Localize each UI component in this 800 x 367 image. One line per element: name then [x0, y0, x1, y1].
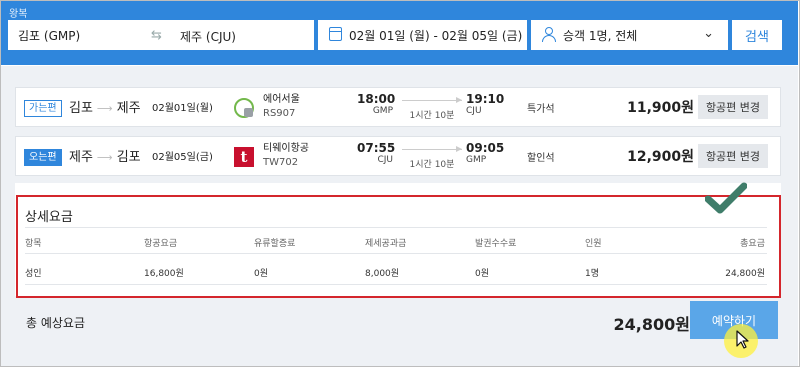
arrival-airport: CJU	[466, 106, 482, 116]
arrival-airport: GMP	[466, 155, 487, 165]
change-flight-button[interactable]: 항공편 변경	[698, 95, 768, 119]
person-icon	[542, 27, 556, 42]
trip-type-label: 왕복	[9, 9, 28, 20]
date-range[interactable]: 02월 01일 (월) - 02월 05일 (금)	[349, 27, 522, 44]
total-label: 총 예상요금	[26, 316, 86, 330]
airline-name: 티웨이항공	[263, 143, 309, 154]
fare-class: 특가석	[527, 104, 555, 115]
route-text: 제주 ⟶ 김포	[69, 150, 141, 165]
departure: 18:00 GMP	[357, 92, 396, 116]
flight-date: 02월05일(금)	[152, 152, 213, 163]
flight-price: 12,900원	[627, 149, 694, 165]
airline-name: 에어서울	[263, 94, 300, 105]
flight-row-return: 오는편 제주 ⟶ 김포 02월05일(금) t 티웨이항공 TW702 07:55 CJ…	[15, 136, 781, 176]
airline-info: 에어서울 RS907	[263, 93, 300, 121]
fare-class: 할인석	[527, 153, 555, 164]
tway-logo-icon: t	[234, 147, 254, 167]
route-line-icon	[402, 146, 462, 152]
change-flight-button[interactable]: 항공편 변경	[698, 144, 768, 168]
route-field[interactable]: 김포 (GMP) ⇆ 제주 (CJU)	[8, 20, 314, 50]
direction-badge: 오는편	[24, 149, 62, 166]
direction-badge: 가는편	[24, 100, 62, 117]
arrival: 09:05 GMP	[466, 141, 506, 165]
departure-airport: GMP	[372, 106, 393, 116]
mouse-pointer-icon	[736, 330, 749, 349]
flight-duration: 1시간 10분	[409, 111, 455, 121]
chevron-down-icon[interactable]: ⌄	[703, 26, 714, 41]
passenger-value: 승객 1명, 전체	[563, 28, 638, 43]
arrow-right-icon: ⟶	[96, 151, 113, 164]
flight-number: RS907	[263, 108, 296, 119]
flight-number: TW702	[263, 157, 299, 168]
flight-row-outbound: 가는편 김포 ⟶ 제주 02월01일(월) 에어서울 RS907 18:00 GMP 1…	[15, 87, 781, 127]
route-line-icon	[402, 97, 462, 103]
swap-icon[interactable]: ⇆	[151, 28, 162, 43]
flight-date: 02월01일(월)	[152, 103, 213, 114]
destination-input[interactable]: 제주 (CJU)	[180, 28, 236, 45]
total-price: 24,800원	[613, 315, 690, 334]
departure-time: 18:00	[357, 92, 396, 106]
flight-price: 11,900원	[627, 100, 694, 116]
highlight-box	[16, 195, 781, 298]
departure-time: 07:55	[357, 141, 396, 155]
air-seoul-logo-icon	[234, 98, 254, 118]
checkmark-icon	[705, 182, 747, 214]
route-text: 김포 ⟶ 제주	[69, 101, 141, 116]
calendar-icon	[329, 27, 342, 41]
departure: 07:55 CJU	[357, 141, 396, 165]
passenger-select[interactable]: 승객 1명, 전체 ⌄	[531, 20, 728, 50]
origin-input[interactable]: 김포 (GMP)	[18, 27, 80, 44]
arrival: 19:10 CJU	[466, 92, 506, 116]
arrival-time: 09:05	[466, 141, 505, 155]
date-field[interactable]: 02월 01일 (월) - 02월 05일 (금)	[318, 20, 527, 50]
departure-airport: CJU	[377, 155, 393, 165]
flight-duration: 1시간 10분	[409, 160, 455, 170]
arrow-right-icon: ⟶	[96, 102, 113, 115]
search-button[interactable]: 검색	[732, 20, 782, 50]
airline-info: 티웨이항공 TW702	[263, 142, 309, 170]
arrival-time: 19:10	[466, 92, 505, 106]
